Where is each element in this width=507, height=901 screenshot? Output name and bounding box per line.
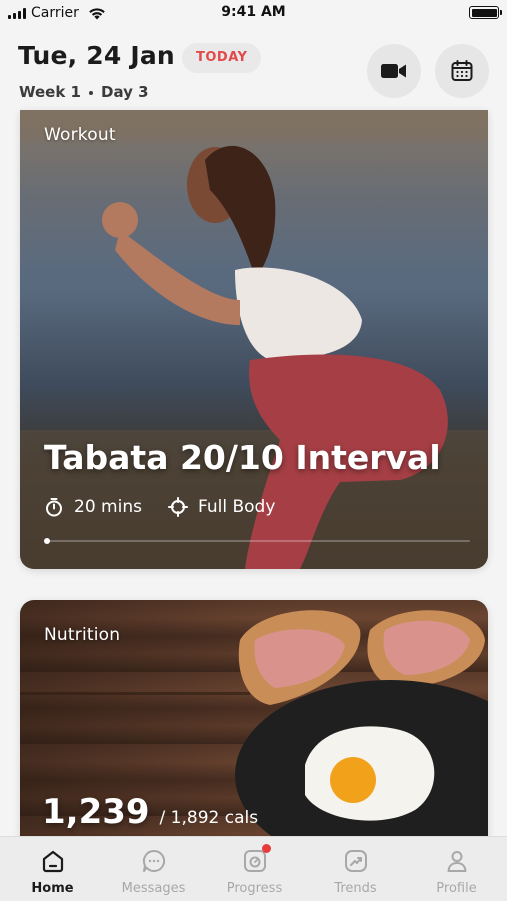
clock: 9:41 AM (221, 4, 286, 20)
tab-trends[interactable]: Trends (305, 837, 406, 901)
program-progress: Week 1 Day 3 (19, 83, 149, 101)
tab-home[interactable]: Home (2, 837, 103, 901)
today-badge[interactable]: TODAY (182, 43, 262, 73)
card-pager-track (44, 540, 470, 542)
home-icon (42, 850, 63, 873)
day-label: Day 3 (101, 83, 149, 101)
stopwatch-icon (46, 498, 62, 517)
messages-icon (142, 849, 165, 872)
trends-icon (344, 850, 367, 872)
workout-card[interactable]: Workout Tabata 20/10 Interval 20 mins Fu… (20, 110, 488, 569)
workout-focus: Full Body (168, 497, 275, 517)
week-label: Week 1 (19, 83, 81, 101)
card-pager-indicator (44, 538, 50, 544)
target-icon (168, 497, 188, 517)
calorie-summary: 1,239 / 1,892 cals (42, 792, 258, 832)
battery-icon (469, 6, 502, 19)
workout-duration: 20 mins (44, 497, 142, 517)
tab-label: Home (31, 881, 74, 896)
tab-label: Trends (334, 881, 377, 896)
tab-label: Progress (226, 881, 283, 896)
workout-title: Tabata 20/10 Interval (44, 438, 441, 477)
tab-progress[interactable]: Progress (204, 837, 305, 901)
separator-dot (89, 90, 93, 95)
workout-label: Workout (44, 125, 116, 145)
focus-text: Full Body (198, 497, 276, 517)
tab-bar: Home Messages Progress Trends Profile (0, 836, 507, 901)
video-button[interactable] (367, 44, 421, 98)
tab-profile[interactable]: Profile (406, 837, 507, 901)
notification-badge (261, 844, 271, 853)
duration-text: 20 mins (74, 497, 142, 517)
calendar-button[interactable] (435, 44, 489, 98)
nutrition-card[interactable]: Nutrition 1,239 / 1,892 cals (20, 600, 488, 860)
calendar-icon (451, 60, 473, 81)
status-bar: Carrier 9:41 AM (0, 0, 507, 26)
nutrition-label: Nutrition (44, 625, 121, 645)
tab-messages[interactable]: Messages (103, 837, 204, 901)
page-title: Tue, 24 Jan (18, 41, 175, 70)
video-icon (381, 64, 406, 78)
header: Tue, 24 Jan TODAY Week 1 Day 3 (0, 30, 507, 118)
calories-target: / 1,892 cals (159, 808, 259, 828)
profile-icon (447, 851, 466, 872)
calories-consumed: 1,239 (42, 792, 150, 832)
tab-label: Profile (436, 881, 477, 896)
tab-label: Messages (121, 881, 186, 896)
